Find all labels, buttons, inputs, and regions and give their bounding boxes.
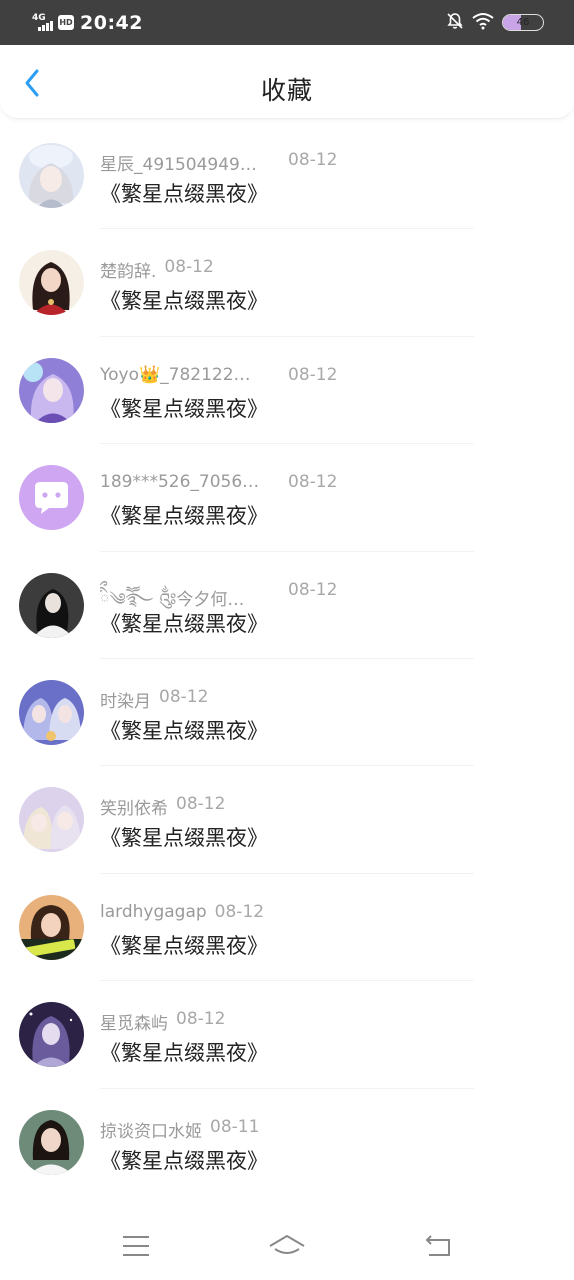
chat-bubble-icon: [19, 465, 84, 531]
book-title: 《繁星点缀黑夜》: [100, 289, 268, 314]
battery-level: 46: [516, 17, 530, 28]
user-name: 掠谈资口水姬: [100, 1121, 202, 1142]
avatar[interactable]: [19, 465, 84, 531]
home-button[interactable]: [257, 1221, 317, 1271]
header-bar: 收藏: [0, 45, 574, 119]
avatar[interactable]: [19, 143, 84, 208]
back-arrow-icon: [425, 1235, 451, 1256]
signal-icon: 4G: [32, 13, 53, 33]
book-title: 《繁星点缀黑夜》: [100, 1148, 268, 1173]
user-name: Yoyo👑_782122…: [100, 364, 251, 385]
avatar[interactable]: [19, 357, 84, 423]
date: 08-12: [176, 794, 226, 815]
user-name: 189***526_7056…: [100, 472, 260, 493]
date: 08-12: [159, 686, 209, 707]
favorites-page: 4G HD 20:42 46 收藏 星辰_491504949… 08-12 《繁…: [0, 0, 574, 1280]
home-icon: [269, 1235, 305, 1254]
menu-button[interactable]: [106, 1221, 166, 1271]
book-title: 《繁星点缀黑夜》: [100, 826, 268, 851]
status-bar: 4G HD 20:42 46: [0, 0, 574, 45]
user-name: 时染月: [100, 691, 151, 712]
list-item[interactable]: 时染月 08-12 《繁星点缀黑夜》: [0, 659, 574, 767]
page-title: 收藏: [260, 76, 313, 105]
book-title: 《繁星点缀黑夜》: [100, 933, 268, 958]
user-name: 星觅森屿: [100, 1014, 168, 1035]
date: 08-12: [288, 150, 338, 170]
list-item[interactable]: lardhygagap 08-12 《繁星点缀黑夜》: [0, 874, 574, 982]
date: 08-12: [164, 257, 214, 278]
user-name: 楚韵辞.: [100, 262, 157, 283]
date: 08-12: [176, 1009, 226, 1030]
book-title: 《繁星点缀黑夜》: [100, 611, 268, 636]
avatar[interactable]: [19, 250, 84, 316]
avatar[interactable]: [19, 787, 84, 853]
book-title: 《繁星点缀黑夜》: [100, 504, 268, 529]
book-title: 《繁星点缀黑夜》: [100, 718, 268, 743]
date: 08-12: [214, 901, 265, 922]
date: 08-12: [288, 472, 338, 493]
list-item[interactable]: 楚韵辞. 08-12 《繁星点缀黑夜》: [0, 229, 574, 337]
clock: 20:42: [80, 11, 143, 34]
book-title: 《繁星点缀黑夜》: [100, 1041, 268, 1066]
list-item[interactable]: 189***526_7056… 08-12 《繁星点缀黑夜》: [0, 444, 574, 552]
avatar[interactable]: [19, 1109, 84, 1175]
avatar[interactable]: [19, 572, 84, 638]
avatar[interactable]: [19, 679, 84, 745]
book-title: 《繁星点缀黑夜》: [100, 396, 268, 421]
menu-icon: [122, 1236, 149, 1256]
back-nav-button[interactable]: [408, 1221, 468, 1271]
list-item[interactable]: 掠谈资口水姬 08-11 《繁星点缀黑夜》: [0, 1089, 574, 1196]
hd-icon: HD: [58, 15, 74, 30]
list-item[interactable]: 星觅森屿 08-12 《繁星点缀黑夜》: [0, 981, 574, 1089]
avatar[interactable]: [19, 894, 84, 960]
system-nav-bar: [0, 1212, 574, 1280]
date: 08-12: [288, 579, 338, 600]
user-name: 星辰_491504949…: [100, 155, 257, 175]
wifi-icon: [472, 12, 494, 34]
list-item[interactable]: 星辰_491504949… 08-12 《繁星点缀黑夜》: [0, 122, 574, 230]
avatar[interactable]: [19, 1002, 84, 1068]
date: 08-12: [288, 364, 338, 385]
list-item[interactable]: ིྀ༄ཽ࿐ ༂今夕何… 08-12 《繁星点缀黑夜》: [0, 552, 574, 659]
user-name: 笑别依希: [100, 799, 168, 820]
battery-indicator: 46: [502, 14, 544, 31]
favorites-list: 星辰_491504949… 08-12 《繁星点缀黑夜》 楚韵辞. 08-12 《繁…: [0, 122, 574, 1196]
list-item[interactable]: Yoyo👑_782122… 08-12 《繁星点缀黑夜》: [0, 337, 574, 445]
book-title: 《繁星点缀黑夜》: [100, 182, 268, 206]
mute-bell-icon: [446, 12, 464, 34]
user-name: lardhygagap: [100, 901, 207, 922]
list-item[interactable]: 笑别依希 08-12 《繁星点缀黑夜》: [0, 766, 574, 874]
date: 08-11: [210, 1116, 260, 1137]
